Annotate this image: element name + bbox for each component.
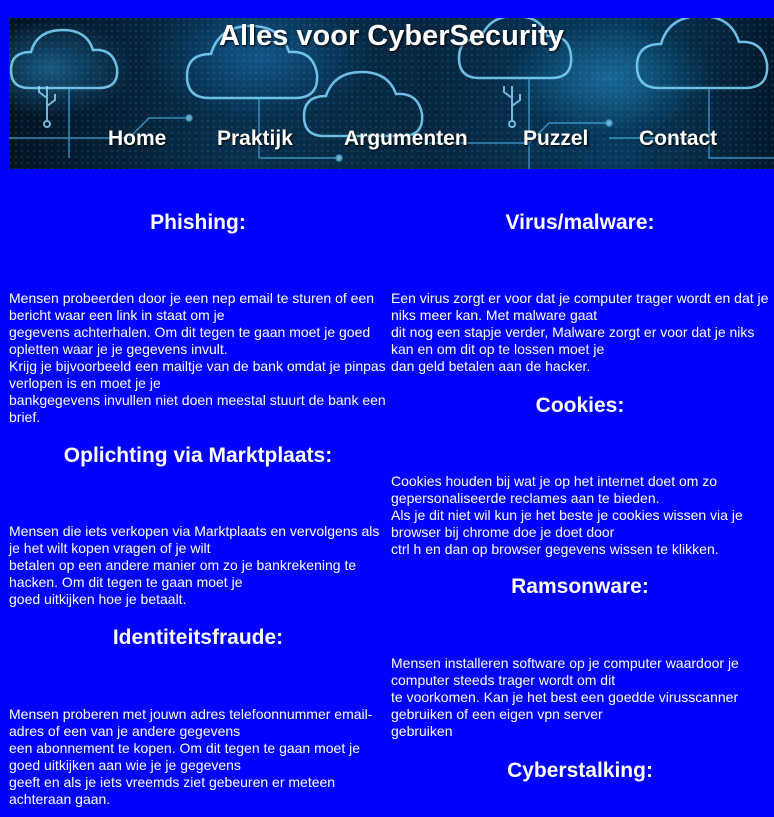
section-text-virus-malware: Een virus zorgt er voor dat je computer … [391,290,769,374]
section-text-identiteitsfraude: Mensen proberen met jouwn adres telefoon… [9,706,373,807]
nav-home[interactable]: Home [108,125,166,153]
nav-contact[interactable]: Contact [639,125,717,153]
section-heading-identiteitsfraude: Identiteitsfraude: [112,626,284,649]
nav-argumenten[interactable]: Argumenten [344,125,468,153]
section-heading-ramsonware: Ramsonware: [511,575,649,598]
section-heading-virus-malware: Virus/malware: [505,211,655,234]
nav-puzzel[interactable]: Puzzel [523,125,588,153]
section-heading-cookies: Cookies: [535,394,625,417]
main-nav: Home Praktijk Argumenten Puzzel Contact [9,125,774,155]
section-heading-marktplaats: Oplichting via Marktplaats: [63,444,333,467]
section-text-marktplaats: Mensen die iets verkopen via Marktplaats… [9,523,380,607]
header-banner: Alles voor CyberSecurity Home Praktijk A… [9,18,774,169]
site-title: Alles voor CyberSecurity [219,20,564,52]
section-heading-phishing: Phishing: [150,211,246,234]
section-text-ramsonware: Mensen installeren software op je comput… [391,655,739,739]
section-text-phishing: Mensen probeerden door je een nep email … [9,290,386,425]
section-text-cookies: Cookies houden bij wat je op het interne… [391,473,743,557]
nav-praktijk[interactable]: Praktijk [217,125,293,153]
section-heading-cyberstalking: Cyberstalking: [507,759,653,782]
